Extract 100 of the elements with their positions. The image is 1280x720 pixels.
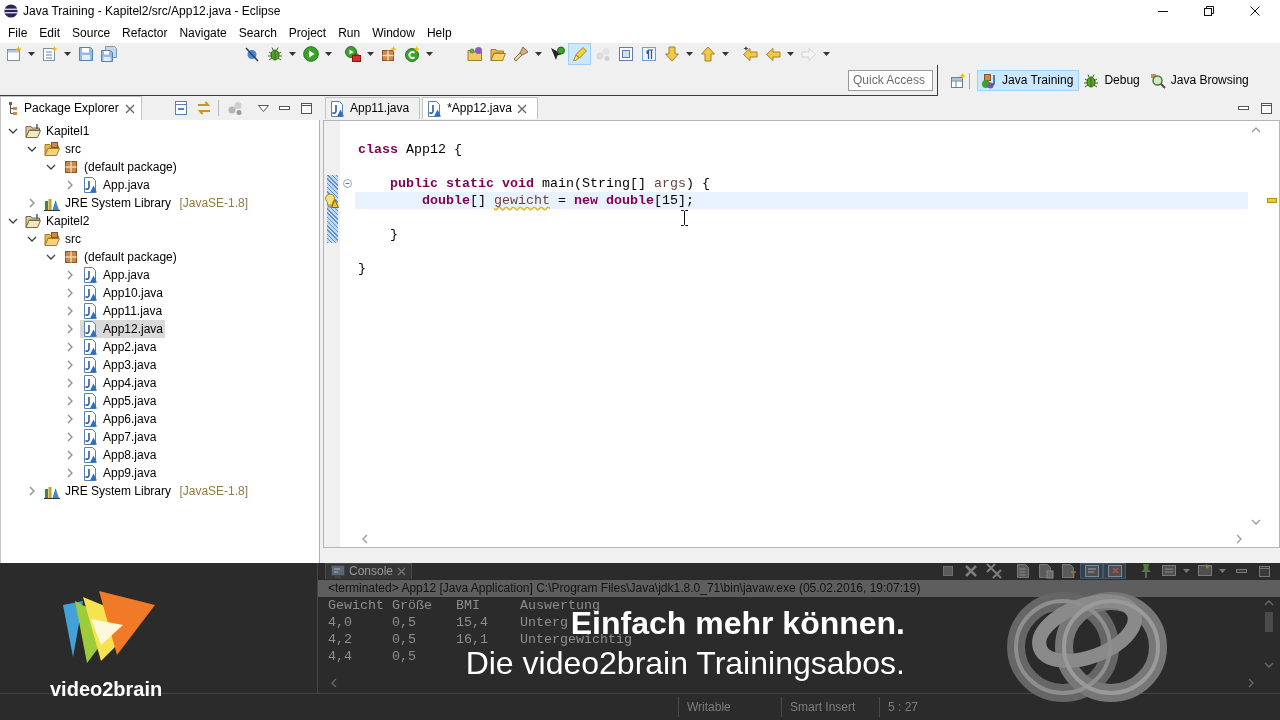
chevron-right-icon[interactable] <box>29 486 35 496</box>
menu-item[interactable]: Source <box>66 24 117 41</box>
minimize-icon[interactable] <box>278 106 290 110</box>
maximize-icon[interactable] <box>300 102 312 114</box>
chevron-right-icon[interactable] <box>67 270 73 280</box>
tree-item[interactable]: App10.java <box>80 284 166 302</box>
tree-item[interactable]: App.java <box>80 176 152 194</box>
chevron-right-icon[interactable] <box>67 468 73 478</box>
tree-item[interactable]: App3.java <box>80 356 159 374</box>
tree-item[interactable]: App4.java <box>80 374 159 392</box>
tree-item[interactable]: JRE System Library [JavaSE-1.8] <box>42 482 251 500</box>
menu-item[interactable]: Edit <box>33 24 67 41</box>
tree-item[interactable]: (default package) <box>61 158 179 176</box>
caret-icon[interactable] <box>64 52 71 56</box>
editor-tab[interactable]: App11.java <box>325 97 421 119</box>
perspective-button[interactable]: Debug <box>1079 70 1146 91</box>
minimize-icon[interactable] <box>1238 106 1249 110</box>
chevron-down-icon[interactable] <box>8 218 18 224</box>
chevron-right-icon[interactable] <box>67 450 73 460</box>
caret-icon[interactable] <box>28 52 35 56</box>
chevron-up-icon[interactable] <box>1251 127 1261 133</box>
chevron-right-icon[interactable] <box>67 288 73 298</box>
java-file-icon <box>82 357 98 373</box>
link-arrows-icon[interactable] <box>195 100 212 116</box>
close-icon[interactable] <box>124 103 135 114</box>
fold-minus-icon[interactable] <box>343 179 352 188</box>
menu-item[interactable]: Help <box>420 24 458 41</box>
menu-item[interactable]: Navigate <box>173 24 233 41</box>
chevron-down-icon[interactable] <box>27 236 37 242</box>
chevron-right-icon[interactable] <box>1236 534 1242 544</box>
chevron-up-icon[interactable] <box>1264 600 1274 606</box>
chevron-down-icon[interactable] <box>27 146 37 152</box>
text-lines-icon <box>1083 563 1100 579</box>
caret-icon[interactable] <box>426 52 433 56</box>
caret-icon[interactable] <box>535 52 542 56</box>
tree-item[interactable]: JRE System Library [JavaSE-1.8] <box>42 194 251 212</box>
brush-icon <box>512 46 529 62</box>
warning-marker[interactable] <box>1267 198 1277 203</box>
caret-icon[interactable] <box>722 52 729 56</box>
dots-icon[interactable] <box>226 100 243 116</box>
menu-item[interactable]: Project <box>282 24 333 41</box>
maximize-icon[interactable] <box>1259 565 1270 577</box>
caret-icon[interactable] <box>367 52 374 56</box>
tree-item[interactable]: App5.java <box>80 392 159 410</box>
scrollbar-thumb[interactable] <box>1265 612 1273 632</box>
tree-item[interactable]: src <box>42 230 83 248</box>
view-tab[interactable]: Package Explorer <box>0 96 142 120</box>
chevron-right-icon[interactable] <box>67 432 73 442</box>
remove-icon <box>962 563 979 579</box>
menu-item[interactable]: Run <box>332 24 367 41</box>
chevron-right-icon[interactable] <box>67 306 73 316</box>
caret-icon[interactable] <box>289 52 296 56</box>
tree-item[interactable]: src <box>42 140 83 158</box>
console-tab[interactable]: Console <box>325 563 413 579</box>
quick-access-field[interactable]: Quick Access <box>848 69 933 91</box>
caret-icon[interactable] <box>686 52 693 56</box>
chevron-down-icon[interactable] <box>46 254 56 260</box>
tree-item[interactable]: App12.java <box>80 320 166 338</box>
tree-item[interactable]: App7.java <box>80 428 159 446</box>
chevron-left-icon[interactable] <box>362 534 368 544</box>
chevron-right-icon[interactable] <box>67 396 73 406</box>
chevron-right-icon[interactable] <box>1248 677 1254 688</box>
tree-item[interactable]: App.java <box>80 266 152 284</box>
tree-item[interactable]: (default package) <box>61 248 179 266</box>
chevron-right-icon[interactable] <box>67 378 73 388</box>
table-star-icon[interactable] <box>950 72 966 89</box>
chevron-down-icon[interactable] <box>8 128 18 134</box>
close-icon[interactable] <box>516 103 527 114</box>
chevron-left-icon[interactable] <box>331 677 337 688</box>
menu-item[interactable]: File <box>2 24 34 41</box>
close-icon[interactable] <box>397 567 407 576</box>
tree-item[interactable]: Kapitel1 <box>23 122 92 140</box>
tree-item[interactable]: App8.java <box>80 446 159 464</box>
chevron-right-icon[interactable] <box>67 414 73 424</box>
save-all-icon <box>100 46 117 62</box>
remove-all-icon <box>985 563 1002 579</box>
chevron-down-icon[interactable] <box>46 164 56 170</box>
tree-item[interactable]: App2.java <box>80 338 159 356</box>
perspective-button[interactable]: Java Browsing <box>1145 70 1255 91</box>
triangle-down-icon[interactable] <box>257 104 269 112</box>
caret-icon[interactable] <box>823 52 830 56</box>
tree-item[interactable]: App9.java <box>80 464 159 482</box>
maximize-icon[interactable] <box>1261 102 1272 114</box>
chevron-right-icon[interactable] <box>67 360 73 370</box>
chevron-right-icon[interactable] <box>67 180 73 190</box>
menu-item[interactable]: Search <box>232 24 283 41</box>
collapse-all-icon[interactable] <box>172 100 189 116</box>
chevron-right-icon[interactable] <box>67 342 73 352</box>
caret-icon[interactable] <box>325 52 332 56</box>
editor-tab[interactable]: *App12.java <box>422 97 538 119</box>
menu-item[interactable]: Refactor <box>116 24 174 41</box>
menu-item[interactable]: Window <box>366 24 421 41</box>
perspective-button[interactable]: Java Training <box>977 70 1080 91</box>
tree-item[interactable]: App11.java <box>80 302 165 320</box>
caret-icon[interactable] <box>787 52 794 56</box>
tree-item[interactable]: App6.java <box>80 410 159 428</box>
restore-icon <box>1204 6 1214 16</box>
chevron-right-icon[interactable] <box>67 324 73 334</box>
tree-item[interactable]: Kapitel2 <box>23 212 92 230</box>
chevron-right-icon[interactable] <box>29 198 35 208</box>
